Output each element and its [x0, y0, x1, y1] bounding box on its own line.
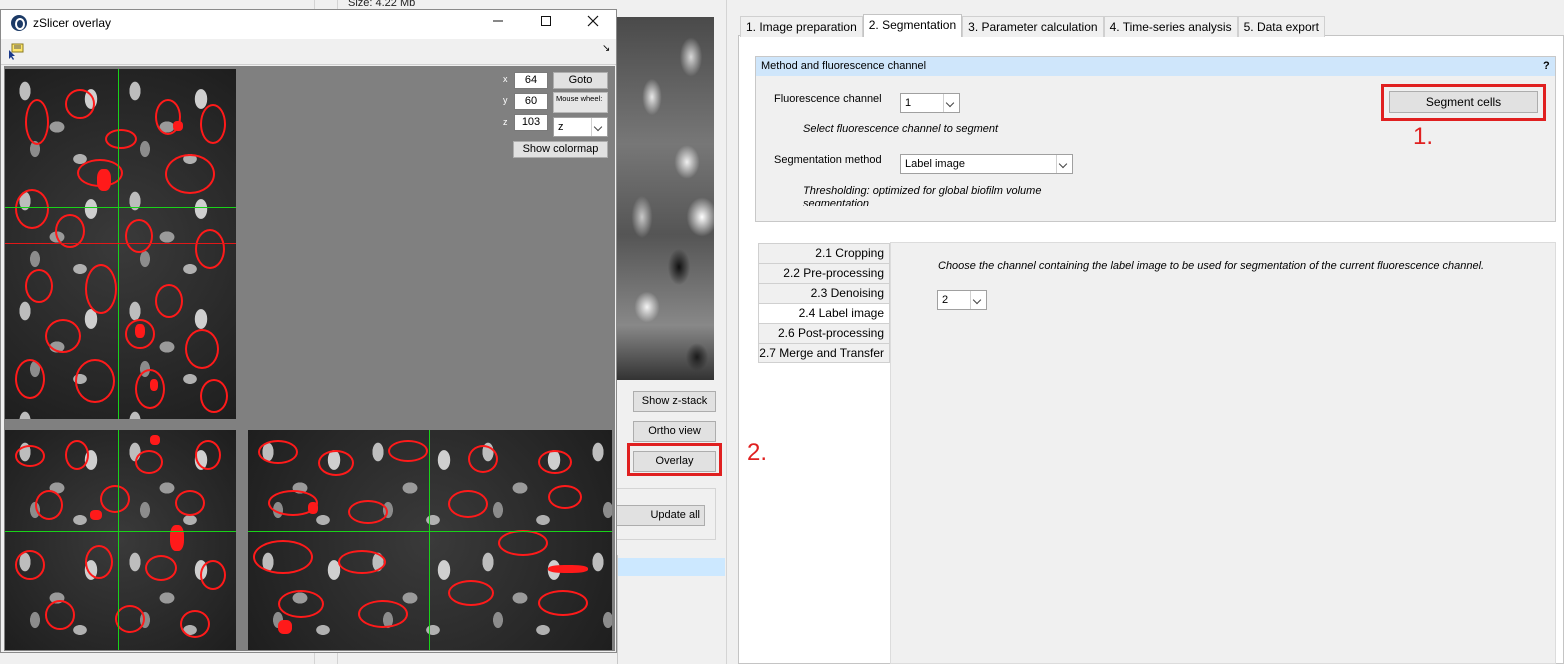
segmentation-subtabs: 2.1 Cropping 2.2 Pre-processing 2.3 Deno… [758, 243, 890, 363]
z-coordinate-input[interactable]: 103 [514, 114, 548, 131]
label-image-panel [890, 242, 1556, 664]
x-label: x [503, 74, 508, 84]
annotation-marker-2: 2. [747, 439, 768, 466]
show-zstack-button[interactable]: Show z-stack [633, 391, 716, 412]
fluorescence-channel-select[interactable]: 1 [900, 93, 960, 113]
app-icon [11, 15, 27, 31]
label-channel-value: 2 [942, 294, 949, 306]
segment-cells-highlight [1381, 84, 1546, 121]
fluorescence-channel-value: 1 [905, 97, 912, 109]
goto-button[interactable]: Goto [553, 72, 608, 89]
label-channel-select[interactable]: 2 [937, 290, 987, 310]
divider [726, 0, 727, 664]
divider [617, 555, 618, 664]
xy-slice-view[interactable] [5, 69, 236, 419]
fluorescence-channel-hint: Select fluorescence channel to segment [803, 123, 999, 135]
ortho-view-button[interactable]: Ortho view [633, 421, 716, 442]
axis-select-value: z [558, 121, 564, 133]
tab-image-preparation[interactable]: 1. Image preparation [740, 16, 863, 37]
chevron-down-icon [1056, 155, 1072, 173]
xz-slice-view[interactable] [5, 430, 236, 650]
segmentation-method-label: Segmentation method [774, 154, 882, 166]
y-coordinate-input[interactable]: 60 [514, 93, 548, 110]
show-colormap-button[interactable]: Show colormap [513, 141, 608, 158]
yz-slice-view[interactable] [248, 430, 612, 650]
x-coordinate-input[interactable]: 64 [514, 72, 548, 89]
file-size-text: Size: 4.22 Mb [348, 0, 416, 9]
annotation-marker-1: 1. [1413, 123, 1434, 150]
overlay-highlight [627, 443, 722, 476]
subtab-post-processing[interactable]: 2.6 Post-processing [758, 323, 890, 343]
z-label: z [503, 117, 508, 127]
segmentation-method-value: Label image [905, 158, 965, 170]
close-icon[interactable] [581, 12, 605, 34]
expand-icon[interactable]: ↘ [602, 43, 610, 54]
method-panel-header: Method and fluorescence channel [756, 57, 1555, 76]
chevron-down-icon [970, 291, 986, 309]
main-tabs: 1. Image preparation 2. Segmentation 3. … [740, 14, 1325, 37]
chevron-down-icon [591, 118, 607, 136]
fluorescence-channel-label: Fluorescence channel [774, 93, 882, 105]
axis-select[interactable]: z [553, 117, 608, 137]
selected-row [617, 558, 725, 576]
subtab-cropping[interactable]: 2.1 Cropping [758, 243, 890, 263]
zslicer-toolbar [1, 39, 616, 65]
tab-parameter-calculation[interactable]: 3. Parameter calculation [962, 16, 1104, 37]
segmentation-method-hint-text: Thresholding: optimized for global biofi… [803, 185, 1042, 206]
subtab-merge-and-transfer[interactable]: 2.7 Merge and Transfer [758, 343, 890, 363]
tab-data-export[interactable]: 5. Data export [1237, 16, 1325, 37]
subtab-pre-processing[interactable]: 2.2 Pre-processing [758, 263, 890, 283]
data-cursor-icon[interactable] [7, 42, 25, 60]
tab-segmentation[interactable]: 2. Segmentation [862, 14, 963, 37]
zslicer-title: zSlicer overlay [33, 16, 112, 30]
subtab-denoising[interactable]: 2.3 Denoising [758, 283, 890, 303]
segmentation-method-select[interactable]: Label image [900, 154, 1073, 174]
tab-time-series-analysis[interactable]: 4. Time-series analysis [1103, 16, 1238, 37]
mouse-wheel-label: Mouse wheel: [553, 92, 608, 113]
maximize-icon[interactable] [534, 12, 558, 34]
label-image-instruction: Choose the channel containing the label … [938, 260, 1485, 272]
help-icon[interactable]: ? [1543, 57, 1550, 76]
y-label: y [503, 95, 508, 105]
segmentation-method-hint: Thresholding: optimized for global biofi… [803, 185, 1083, 206]
update-all-images-button[interactable]: Update all images [613, 505, 705, 526]
chevron-down-icon [943, 94, 959, 112]
subtab-label-image[interactable]: 2.4 Label image [758, 303, 890, 323]
minimize-icon[interactable] [486, 12, 510, 34]
zstack-preview-image [617, 17, 714, 380]
